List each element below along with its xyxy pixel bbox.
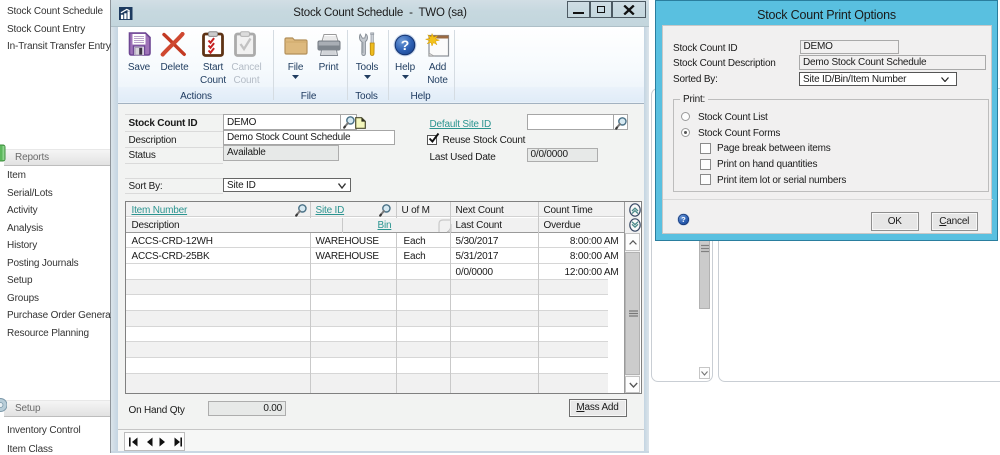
svg-text:?: ? bbox=[400, 37, 409, 53]
svg-text:?: ? bbox=[681, 215, 686, 224]
